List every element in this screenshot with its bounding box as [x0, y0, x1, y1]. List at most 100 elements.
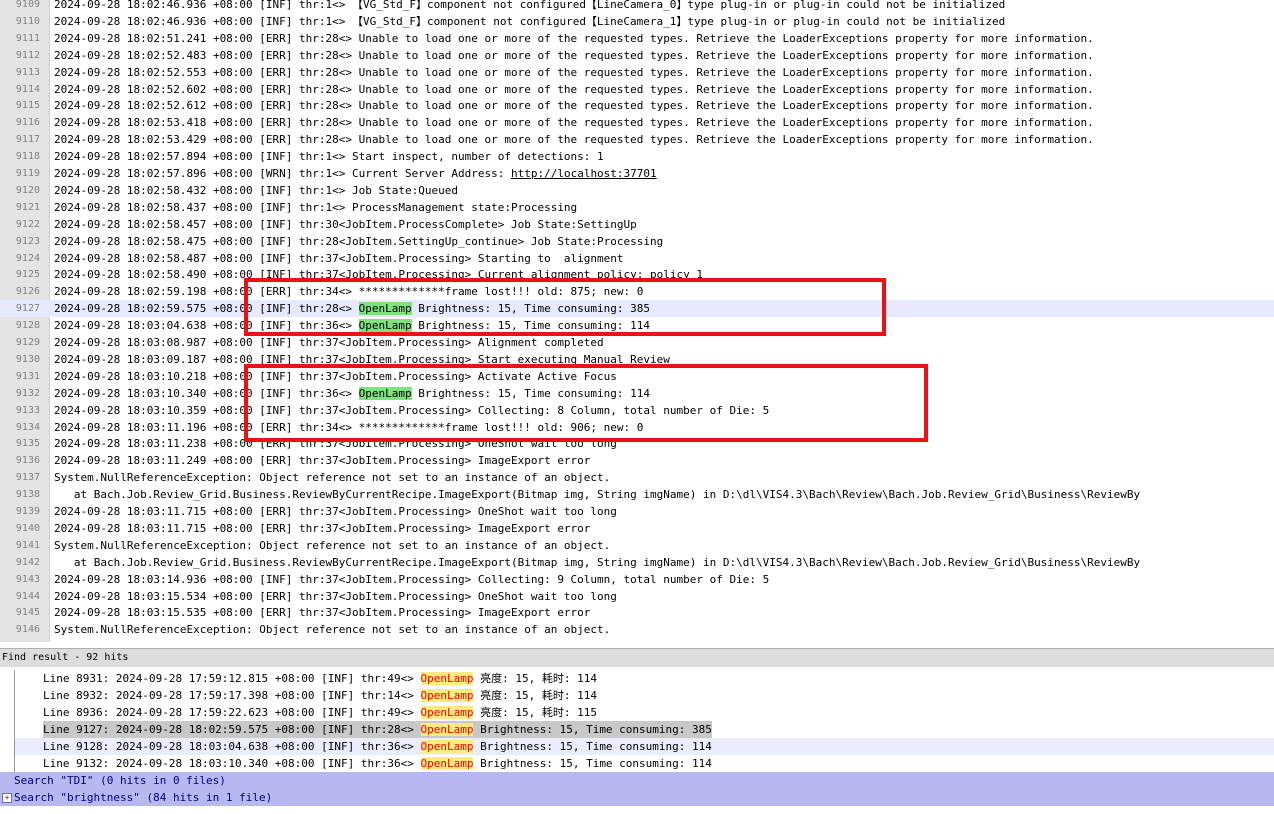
result-match: OpenLamp	[420, 672, 474, 685]
log-line-text: 2024-09-28 18:02:58.475 +08:00 [INF] thr…	[54, 233, 663, 250]
result-prefix: Line 8931: 2024-09-28 17:59:12.815 +08:0…	[43, 672, 421, 685]
log-line[interactable]: 9122 2024-09-28 18:02:58.457 +08:00 [INF]…	[0, 216, 1274, 233]
search-group-label: Search "brightness" (84 hits in 1 file)	[14, 791, 273, 804]
log-line-text: 2024-09-28 18:02:53.418 +08:00 [ERR] thr…	[54, 114, 1094, 131]
editor-pane[interactable]: 9109 2024-09-28 18:02:46.936 +08:00 [INF]…	[0, 0, 1274, 642]
log-line[interactable]: 9110 2024-09-28 18:02:46.936 +08:00 [INF]…	[0, 13, 1274, 30]
search-group-row[interactable]: + Search "brightness" (84 hits in 1 file)	[0, 789, 1274, 806]
log-line[interactable]: 9114 2024-09-28 18:02:52.602 +08:00 [ERR]…	[0, 81, 1274, 98]
log-line[interactable]: 9118 2024-09-28 18:02:57.894 +08:00 [INF]…	[0, 148, 1274, 165]
line-number: 9124	[15, 252, 40, 264]
result-suffix: Brightness: 15, Time consuming: 385	[473, 723, 712, 736]
find-result-row[interactable]: Line 8936: 2024-09-28 17:59:22.623 +08:0…	[14, 704, 1274, 721]
line-number: 9138	[15, 489, 40, 501]
line-number: 9139	[15, 506, 40, 517]
log-line[interactable]: 9117 2024-09-28 18:02:53.429 +08:00 [ERR]…	[0, 131, 1274, 148]
log-line-text: 2024-09-28 18:02:52.612 +08:00 [ERR] thr…	[54, 97, 1094, 114]
log-line[interactable]: 9116 2024-09-28 18:02:53.418 +08:00 [ERR]…	[0, 114, 1274, 131]
log-line-text: 2024-09-28 18:03:15.534 +08:00 [ERR] thr…	[54, 588, 617, 605]
log-line[interactable]: 9109 2024-09-28 18:02:46.936 +08:00 [INF]…	[0, 0, 1274, 13]
log-text: 2024-09-28 18:03:11.249 +08:00 [ERR] thr…	[54, 454, 591, 468]
line-number: 9120	[15, 184, 40, 196]
log-line[interactable]: 9146 System.NullReferenceException: Objec…	[0, 621, 1274, 638]
server-address-link[interactable]: http://localhost:37701	[511, 167, 657, 180]
log-line-text: 2024-09-28 18:02:58.437 +08:00 [INF] thr…	[54, 199, 577, 216]
find-result-row[interactable]: Line 8932: 2024-09-28 17:59:17.398 +08:0…	[14, 687, 1274, 704]
log-text: 2024-09-28 18:03:14.936 +08:00 [INF] thr…	[54, 572, 770, 586]
log-text: at Bach.Job.Review_Grid.Business.ReviewB…	[54, 555, 1141, 569]
line-number: 9147	[0, 638, 40, 642]
log-text: 2024-09-28 18:02:46.936 +08:00 [INF] thr…	[54, 0, 1006, 11]
log-line-text: at Bach.Job.Review_Grid.Business.ReviewB…	[54, 486, 1140, 503]
line-number: 9121	[15, 201, 40, 213]
log-text: System.NullReferenceException: Object re…	[54, 538, 611, 552]
log-line[interactable]: 9136 2024-09-28 18:03:11.249 +08:00 [ERR]…	[0, 452, 1274, 469]
log-line-text: 2024-09-28 18:02:52.553 +08:00 [ERR] thr…	[54, 64, 1094, 81]
log-line[interactable]: 9140 2024-09-28 18:03:11.715 +08:00 [ERR]…	[0, 520, 1274, 537]
line-number: 9109	[15, 0, 40, 10]
find-result-text: Line 8931: 2024-09-28 17:59:12.815 +08:0…	[43, 670, 597, 687]
log-line[interactable]: 9119 2024-09-28 18:02:57.896 +08:00 [WRN]…	[0, 165, 1274, 182]
line-number: 9114	[15, 83, 40, 95]
log-line[interactable]: 9120 2024-09-28 18:02:58.432 +08:00 [INF]…	[0, 182, 1274, 199]
find-result-text: Line 9132: 2024-09-28 18:03:10.340 +08:0…	[43, 755, 712, 772]
line-number: 9117	[15, 134, 40, 146]
line-number: 9132	[15, 387, 40, 399]
line-number: 9140	[15, 522, 40, 534]
log-line[interactable]: 9138 at Bach.Job.Review_Grid.Business.Re…	[0, 486, 1274, 503]
log-text: System.NullReferenceException: Object re…	[54, 471, 611, 485]
result-match: OpenLamp	[420, 689, 474, 702]
line-number: 9122	[15, 218, 40, 230]
log-text: 2024-09-28 18:02:52.602 +08:00 [ERR] thr…	[54, 82, 1094, 96]
log-text: 2024-09-28 18:03:11.715 +08:00 [ERR] thr…	[54, 505, 617, 518]
find-result-text: Line 9128: 2024-09-28 18:03:04.638 +08:0…	[43, 738, 712, 755]
line-number: 9137	[15, 472, 40, 484]
log-line[interactable]: 9145 2024-09-28 18:03:15.535 +08:00 [ERR]…	[0, 604, 1274, 621]
log-text: 2024-09-28 18:02:53.429 +08:00 [ERR] thr…	[54, 133, 1094, 147]
line-number: 9129	[15, 337, 40, 348]
log-line[interactable]: 9124 2024-09-28 18:02:58.487 +08:00 [INF]…	[0, 250, 1274, 267]
line-number: 9119	[15, 168, 40, 179]
log-line[interactable]: 9112 2024-09-28 18:02:52.483 +08:00 [ERR]…	[0, 47, 1274, 64]
line-number: 9141	[15, 539, 40, 551]
log-line[interactable]: 9143 2024-09-28 18:03:14.936 +08:00 [INF]…	[0, 571, 1274, 588]
log-line-text: 2024-09-28 18:03:11.249 +08:00 [ERR] thr…	[54, 452, 590, 469]
result-match: OpenLamp	[420, 740, 474, 753]
find-results-header: Find result - 92 hits	[0, 649, 1274, 667]
find-result-row[interactable]: Line 8931: 2024-09-28 17:59:12.815 +08:0…	[14, 670, 1274, 687]
log-line[interactable]: 9142 at Bach.Job.Review_Grid.Business.Re…	[0, 554, 1274, 571]
log-text: 2024-09-28 18:03:11.715 +08:00 [ERR] thr…	[54, 521, 591, 535]
line-number: 9127	[15, 303, 40, 315]
log-line[interactable]: 9121 2024-09-28 18:02:58.437 +08:00 [INF]…	[0, 199, 1274, 216]
log-line[interactable]: 9139 2024-09-28 18:03:11.715 +08:00 [ERR]…	[0, 503, 1274, 520]
log-line[interactable]: 9129 2024-09-28 18:03:08.987 +08:00 [INF]…	[0, 334, 1274, 351]
line-number: 9125	[15, 269, 40, 281]
find-result-row[interactable]: Line 9132: 2024-09-28 18:03:10.340 +08:0…	[14, 755, 1274, 772]
find-result-row[interactable]: Line 9128: 2024-09-28 18:03:04.638 +08:0…	[14, 738, 1274, 755]
log-line-text: 2024-09-28 18:03:14.936 +08:00 [INF] thr…	[54, 571, 769, 588]
log-line[interactable]: 9144 2024-09-28 18:03:15.534 +08:00 [ERR]…	[0, 588, 1274, 605]
find-result-text: Line 9127: 2024-09-28 18:02:59.575 +08:0…	[43, 721, 712, 738]
log-text: 2024-09-28 18:02:58.487 +08:00 [INF] thr…	[54, 251, 624, 265]
result-suffix: Brightness: 15, Time consuming: 114	[473, 740, 712, 753]
result-prefix: Line 9127: 2024-09-28 18:02:59.575 +08:0…	[43, 723, 421, 736]
line-number: 9115	[15, 100, 40, 112]
log-line-text: 2024-09-28 18:02:46.936 +08:00 [INF] thr…	[54, 13, 1005, 30]
log-line[interactable]: 9147 at Bach.Job.Review_Grid.Business.Re…	[0, 638, 1274, 642]
log-line-text: 2024-09-28 18:02:57.896 +08:00 [WRN] thr…	[54, 165, 657, 182]
search-group-row[interactable]: Search "TDI" (0 hits in 0 files)	[0, 772, 1274, 789]
find-result-row[interactable]: Line 9127: 2024-09-28 18:02:59.575 +08:0…	[14, 721, 1274, 738]
log-line[interactable]: 9141 System.NullReferenceException: Objec…	[0, 537, 1274, 554]
log-line[interactable]: 9111 2024-09-28 18:02:51.241 +08:00 [ERR]…	[0, 30, 1274, 47]
log-text: at Bach.Job.Review_Grid.Business.ReviewB…	[54, 640, 1140, 642]
log-line[interactable]: 9137 System.NullReferenceException: Objec…	[0, 469, 1274, 486]
result-suffix: Brightness: 15, Time consuming: 114	[473, 757, 712, 770]
log-line[interactable]: 9113 2024-09-28 18:02:52.553 +08:00 [ERR]…	[0, 64, 1274, 81]
log-line-text: 2024-09-28 18:02:58.487 +08:00 [INF] thr…	[54, 250, 624, 267]
log-line[interactable]: 9123 2024-09-28 18:02:58.475 +08:00 [INF]…	[0, 233, 1274, 250]
expand-icon[interactable]: +	[2, 793, 12, 803]
log-line[interactable]: 9115 2024-09-28 18:02:52.612 +08:00 [ERR]…	[0, 97, 1274, 114]
find-results-panel[interactable]: Find result - 92 hits Line 8931: 2024-09…	[0, 648, 1274, 814]
line-number: 9136	[15, 455, 40, 467]
line-number: 9145	[15, 607, 40, 619]
